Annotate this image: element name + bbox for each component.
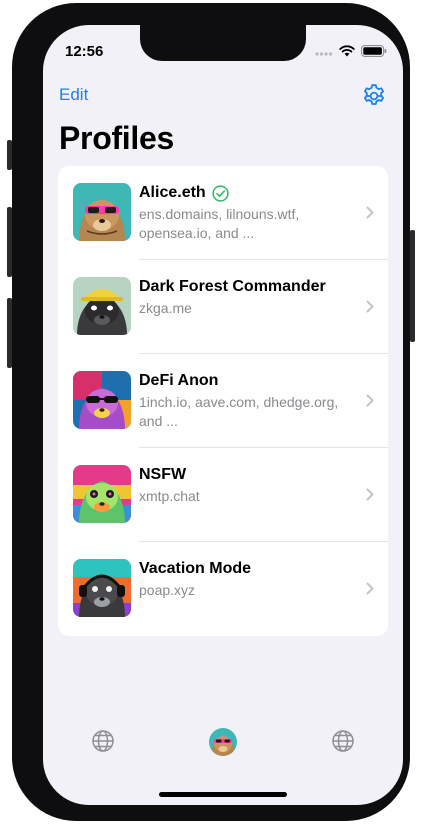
profile-name: DeFi Anon (139, 372, 219, 389)
wifi-icon (339, 45, 355, 57)
tab-globe-right[interactable] (331, 729, 355, 758)
profile-name-row: Alice.eth (139, 184, 229, 202)
profile-domains: poap.xyz (139, 582, 196, 598)
profile-name: NSFW (139, 466, 187, 483)
globe-icon (92, 730, 114, 752)
chevron-right-icon (366, 300, 374, 313)
chevron-right-icon (366, 394, 374, 407)
profile-name-row: Vacation Mode (139, 560, 251, 578)
page-title: Profiles (59, 120, 174, 156)
profile-name: Dark Forest Commander (139, 278, 326, 295)
profile-avatar (73, 559, 131, 617)
tab-profile[interactable] (208, 727, 238, 762)
globe-icon (332, 730, 354, 752)
profile-avatar (73, 465, 131, 523)
edit-button[interactable]: Edit (59, 85, 88, 105)
tab-bar (43, 725, 403, 765)
signal-icon (315, 52, 333, 56)
profile-row[interactable]: Alice.eth ens.domains, lilnouns.wtf, ope… (58, 166, 388, 260)
profile-domains: xmtp.chat (139, 488, 200, 504)
side-button (410, 230, 415, 342)
home-indicator[interactable] (159, 792, 287, 797)
profile-name-row: Dark Forest Commander (139, 278, 326, 296)
profile-avatar (209, 728, 237, 756)
tab-globe-left[interactable] (91, 729, 115, 758)
profile-avatar (73, 277, 131, 335)
profile-row[interactable]: Vacation Mode poap.xyz (58, 542, 388, 636)
profile-domains: zkga.me (139, 300, 192, 316)
status-icons (315, 45, 387, 57)
gear-icon (364, 84, 384, 105)
profile-row[interactable]: DeFi Anon 1inch.io, aave.com, dhedge.org… (58, 354, 388, 448)
profiles-list: Alice.eth ens.domains, lilnouns.wtf, ope… (58, 166, 388, 636)
profile-row[interactable]: Dark Forest Commander zkga.me (58, 260, 388, 354)
profile-domains: 1inch.io, aave.com, dhedge.org, and ... (139, 394, 339, 429)
chevron-right-icon (366, 488, 374, 501)
profile-name-row: DeFi Anon (139, 372, 218, 390)
settings-button[interactable] (361, 83, 387, 114)
screen: 12:56 Edit Profiles Alice.eth ens.domain… (43, 25, 403, 805)
profile-domains: ens.domains, lilnouns.wtf, opensea.io, a… (139, 206, 300, 241)
notch (140, 25, 306, 61)
verified-check-icon (212, 184, 229, 202)
profile-name-row: NSFW (139, 466, 186, 484)
battery-icon (361, 45, 387, 57)
profile-avatar (73, 183, 131, 241)
profile-avatar (73, 371, 131, 429)
chevron-right-icon (366, 582, 374, 595)
profile-name: Alice.eth (139, 184, 206, 201)
phone-frame: 12:56 Edit Profiles Alice.eth ens.domain… (12, 3, 410, 821)
profile-name: Vacation Mode (139, 560, 252, 577)
chevron-right-icon (366, 206, 374, 219)
status-time: 12:56 (65, 43, 104, 60)
profile-row[interactable]: NSFW xmtp.chat (58, 448, 388, 542)
